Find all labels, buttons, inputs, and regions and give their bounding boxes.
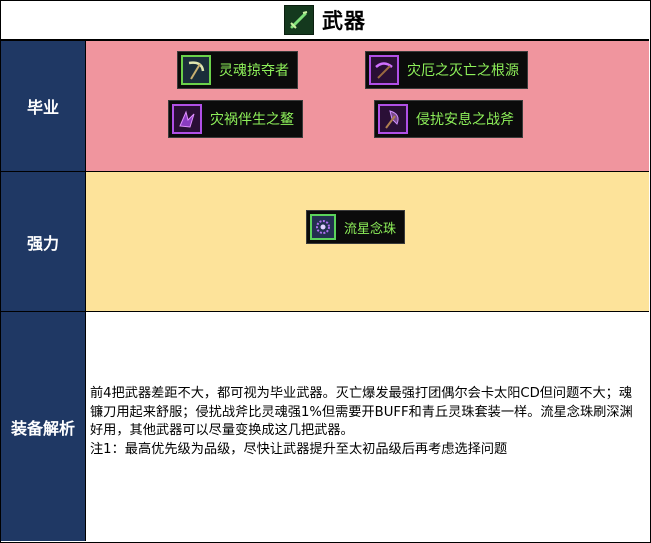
weapon-item[interactable]: 灵魂掠夺者 — [177, 51, 298, 89]
row-strong: 强力 流星念珠 — [1, 172, 649, 312]
table-header: 武器 — [1, 1, 649, 41]
weapon-item[interactable]: 灾厄之灭亡之根源 — [365, 51, 528, 89]
row-content: 流星念珠 — [86, 172, 649, 311]
analysis-paragraph: 前4把武器差距不大，都可视为毕业武器。灭亡爆发最强打团偶尔会卡太阳CD但问题不大… — [90, 386, 633, 438]
rosary-icon — [310, 214, 336, 240]
weapon-item[interactable]: 侵扰安息之战斧 — [374, 100, 523, 138]
chain-scythe-icon — [369, 55, 399, 85]
analysis-note: 注1：最高优先级为品级，尽快让武器提升至太初品级后再考虑选择问题 — [90, 441, 508, 457]
weapon-name: 灾祸伴生之鳌 — [210, 112, 294, 128]
analysis-text: 前4把武器差距不大，都可视为毕业武器。灭亡爆发最强打团偶尔会卡太阳CD但问题不大… — [90, 385, 645, 459]
weapon-item[interactable]: 灾祸伴生之鳌 — [168, 100, 303, 138]
page-title: 武器 — [322, 9, 366, 33]
weapon-item[interactable]: 流星念珠 — [306, 210, 406, 244]
row-analysis: 装备解析 前4把武器差距不大，都可视为毕业武器。灭亡爆发最强打团偶尔会卡太阳CD… — [1, 312, 649, 541]
weapon-name: 流星念珠 — [344, 221, 397, 237]
battle-axe-icon — [378, 104, 408, 134]
weapon-name: 灵魂掠夺者 — [219, 63, 289, 79]
claw-blade-icon — [172, 104, 202, 134]
row-label: 毕业 — [1, 41, 86, 171]
row-content: 前4把武器差距不大，都可视为毕业武器。灭亡爆发最强打团偶尔会卡太阳CD但问题不大… — [86, 312, 649, 541]
row-label: 装备解析 — [1, 312, 86, 541]
row-graduation: 毕业 灵魂掠夺者 灾厄之灭亡之根源 灾祸伴生之鳌 侵扰安息之战斧 — [1, 41, 649, 172]
row-content: 灵魂掠夺者 灾厄之灭亡之根源 灾祸伴生之鳌 侵扰安息之战斧 — [86, 41, 649, 171]
weapon-name: 灾厄之灭亡之根源 — [407, 63, 519, 79]
weapon-name: 侵扰安息之战斧 — [416, 112, 514, 128]
row-label: 强力 — [1, 172, 86, 311]
scythe-icon — [181, 55, 211, 85]
sword-icon — [284, 5, 314, 35]
